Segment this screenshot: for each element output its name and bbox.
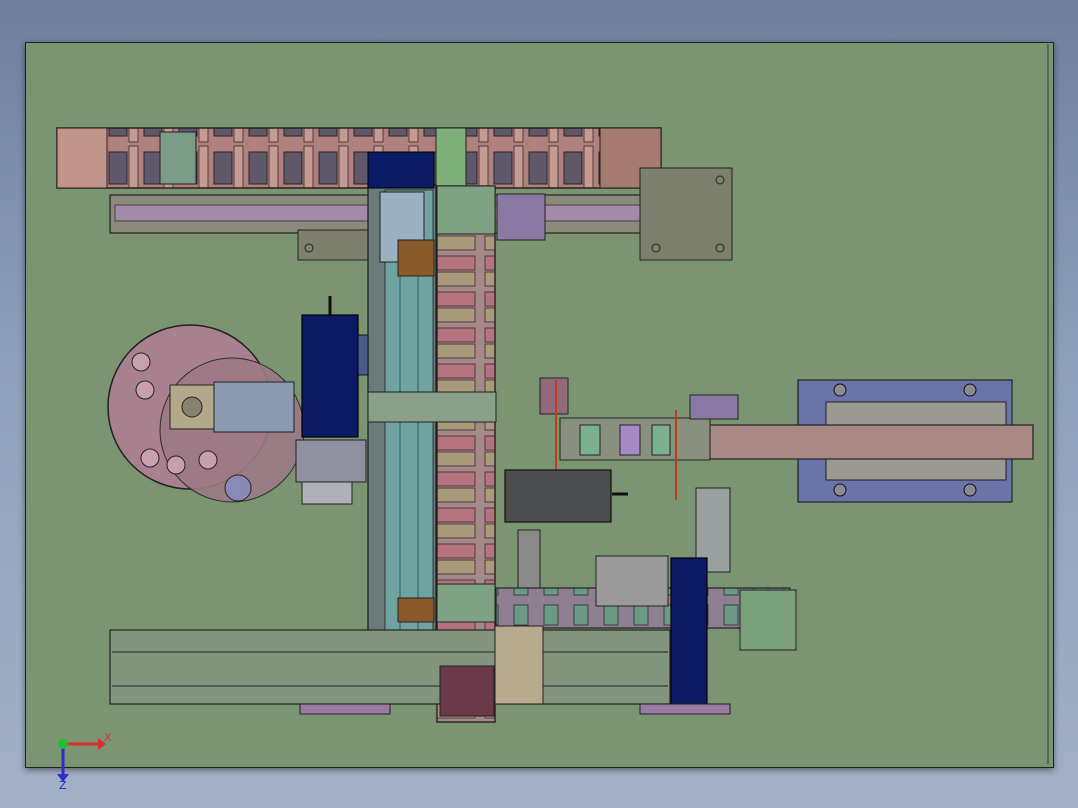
top-drag-chain[interactable] — [56, 127, 662, 189]
assembly-model[interactable] — [0, 0, 1078, 808]
origin-dot — [58, 739, 68, 749]
cad-viewport[interactable]: X Z — [0, 0, 1078, 808]
cross-arm — [367, 391, 497, 423]
bottom-linear-rail[interactable] — [109, 625, 731, 717]
x-axis-label: X — [104, 731, 112, 744]
servo-motor-right[interactable] — [670, 557, 708, 705]
coordinate-triad: X Z — [57, 731, 112, 790]
right-conveyor[interactable] — [539, 377, 1034, 573]
z-axis-label: Z — [59, 779, 67, 790]
servo-motor-left[interactable] — [301, 296, 369, 438]
